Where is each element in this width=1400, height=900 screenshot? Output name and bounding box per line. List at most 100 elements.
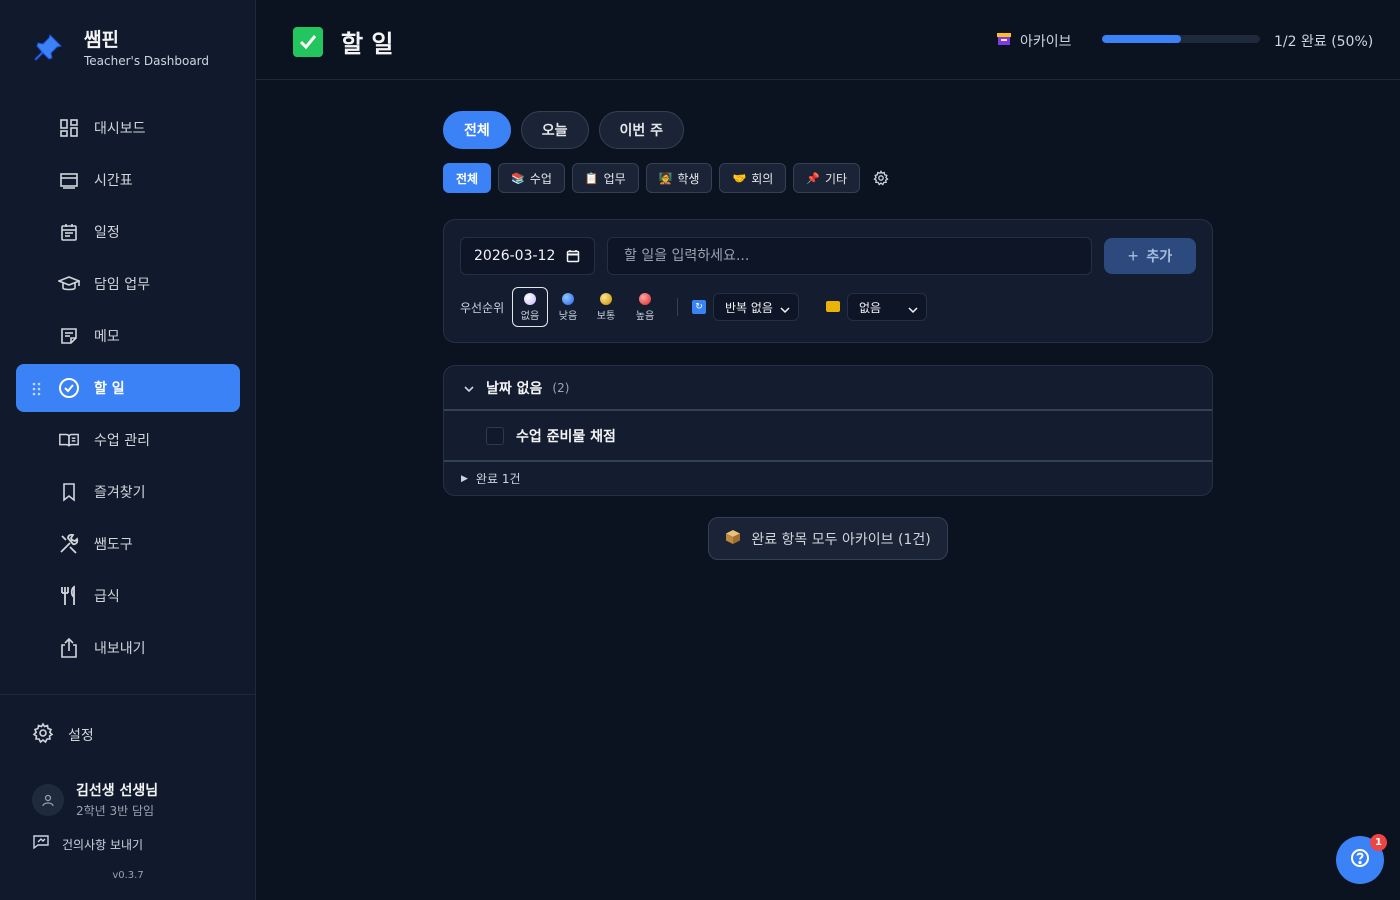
priority-low[interactable]: 낮음 [550, 287, 586, 327]
date-input[interactable]: 2026-03-12 [460, 237, 595, 275]
feedback-label: 건의사항 보내기 [62, 837, 144, 852]
settings-button[interactable]: 설정 [32, 722, 94, 748]
archive-box-icon [996, 31, 1012, 51]
sidebar-item-bookmarks[interactable]: 즐겨찾기 [16, 468, 240, 516]
sidebar-item-label: 담임 업무 [94, 277, 150, 293]
tab-today[interactable]: 오늘 [520, 111, 589, 149]
priority-medium[interactable]: 보통 [588, 287, 624, 327]
priority-option-label: 높음 [635, 310, 655, 322]
category-label: 전체 [456, 171, 479, 186]
group-title: 날짜 없음 [486, 380, 543, 397]
repeat-select[interactable]: 반복 없음 [713, 293, 799, 321]
calendar-icon [58, 221, 80, 243]
category-meeting[interactable]: 🤝 회의 [719, 163, 787, 193]
brand-title: 쌤핀 [84, 29, 119, 51]
handshake-icon: 🤝 [732, 171, 747, 185]
category-label: 회의 [751, 171, 774, 186]
category-label: 업무 [603, 171, 626, 186]
add-task-button[interactable]: + 추가 [1104, 238, 1196, 274]
sidebar-item-label: 내보내기 [94, 641, 146, 657]
progress-bar [1102, 35, 1260, 43]
sidebar-item-homeroom[interactable]: 담임 업무 [16, 260, 240, 308]
archive-all-button[interactable]: 완료 항목 모두 아카이브 (1건) [708, 517, 948, 560]
priority-option-label: 보통 [596, 310, 616, 322]
priority-option-label: 없음 [520, 310, 540, 322]
category-all[interactable]: 전체 [443, 163, 492, 193]
sidebar-item-todo[interactable]: 할 일 [16, 364, 240, 412]
priority-dot-icon [524, 292, 536, 305]
sidebar-item-label: 급식 [94, 589, 120, 605]
folder-select[interactable]: 없음 [847, 293, 927, 321]
question-icon [1350, 848, 1370, 872]
priority-high[interactable]: 높음 [627, 287, 663, 327]
memo-icon [58, 325, 80, 347]
user-profile[interactable]: 김선생 선생님 2학년 3반 담임 [32, 780, 158, 819]
category-etc[interactable]: 📌 기타 [793, 163, 861, 193]
divider [677, 298, 678, 316]
sidebar-item-memo[interactable]: 메모 [16, 312, 240, 360]
book-icon [58, 429, 80, 451]
app-version: v0.3.7 [112, 870, 144, 881]
sidebar-item-schedule[interactable]: 일정 [16, 208, 240, 256]
notification-badge: 1 [1370, 834, 1387, 851]
tab-all[interactable]: 전체 [443, 111, 511, 149]
priority-dot-icon [639, 292, 651, 305]
pushpin-icon [30, 30, 66, 66]
group-header[interactable]: 날짜 없음 (2) [444, 366, 1212, 411]
task-group: 날짜 없음 (2) 수업 준비물 채점 ▶ 완료 1건 [443, 365, 1213, 496]
sidebar-divider [0, 694, 256, 695]
tools-icon [58, 533, 80, 555]
graduation-cap-icon [58, 273, 80, 295]
period-tabs: 전체 오늘 이번 주 [443, 111, 694, 149]
repeat-value: 반복 없음 [725, 300, 773, 315]
drag-handle-icon[interactable] [32, 381, 42, 396]
category-work[interactable]: 📋 업무 [571, 163, 639, 193]
settings-label: 설정 [68, 728, 94, 744]
chevron-down-icon [908, 303, 918, 317]
sidebar-item-class[interactable]: 수업 관리 [16, 416, 240, 464]
folder-icon [826, 301, 840, 312]
category-label: 수업 [529, 171, 552, 186]
sidebar: 쌤핀 Teacher's Dashboard 대시보드 시간표 일정 담임 업무… [0, 0, 256, 900]
feedback-icon [32, 834, 50, 854]
calendar-icon[interactable] [566, 249, 580, 267]
sidebar-item-timetable[interactable]: 시간표 [16, 156, 240, 204]
teacher-icon: 🧑‍🏫 [658, 171, 673, 185]
user-role: 2학년 3반 담임 [76, 804, 155, 818]
completed-toggle[interactable]: ▶ 완료 1건 [444, 462, 1212, 495]
sidebar-item-label: 즐겨찾기 [94, 485, 146, 501]
brand[interactable]: 쌤핀 Teacher's Dashboard [30, 28, 209, 68]
task-input[interactable] [607, 237, 1092, 275]
user-icon [42, 794, 54, 806]
task-text[interactable]: 수업 준비물 채점 [516, 426, 616, 446]
category-filter: 전체 📚 수업 📋 업무 🧑‍🏫 학생 🤝 회의 📌 기타 [443, 163, 892, 193]
bookmark-icon [58, 481, 80, 503]
timetable-icon [58, 169, 80, 191]
archive-all-label: 완료 항목 모두 아카이브 (1건) [751, 531, 931, 548]
archive-label: 아카이브 [1020, 34, 1072, 50]
feedback-button[interactable]: 건의사항 보내기 [32, 834, 143, 854]
category-label: 학생 [677, 171, 700, 186]
archive-button[interactable]: 아카이브 [996, 31, 1072, 51]
share-icon [58, 637, 80, 659]
category-student[interactable]: 🧑‍🏫 학생 [645, 163, 713, 193]
task-checkbox[interactable] [486, 426, 504, 445]
sidebar-item-meals[interactable]: 급식 [16, 572, 240, 620]
category-class[interactable]: 📚 수업 [498, 163, 565, 193]
folder-value: 없음 [859, 300, 882, 315]
sidebar-item-label: 시간표 [94, 173, 133, 189]
sidebar-item-label: 메모 [94, 329, 120, 345]
page-title: 할 일 [341, 30, 394, 58]
tab-this-week[interactable]: 이번 주 [598, 111, 685, 149]
add-label: 추가 [1146, 248, 1173, 264]
pushpin-icon: 📌 [806, 171, 820, 185]
check-circle-icon [58, 377, 80, 399]
priority-none[interactable]: 없음 [512, 287, 548, 327]
category-settings-gear-icon[interactable] [870, 167, 892, 189]
priority-label: 우선순위 [460, 301, 505, 315]
sidebar-item-dashboard[interactable]: 대시보드 [16, 104, 240, 152]
sidebar-item-export[interactable]: 내보내기 [16, 624, 240, 672]
sidebar-item-label: 할 일 [94, 381, 125, 397]
sidebar-item-tools[interactable]: 쌤도구 [16, 520, 240, 568]
progress-text: 1/2 완료 (50%) [1274, 34, 1374, 50]
